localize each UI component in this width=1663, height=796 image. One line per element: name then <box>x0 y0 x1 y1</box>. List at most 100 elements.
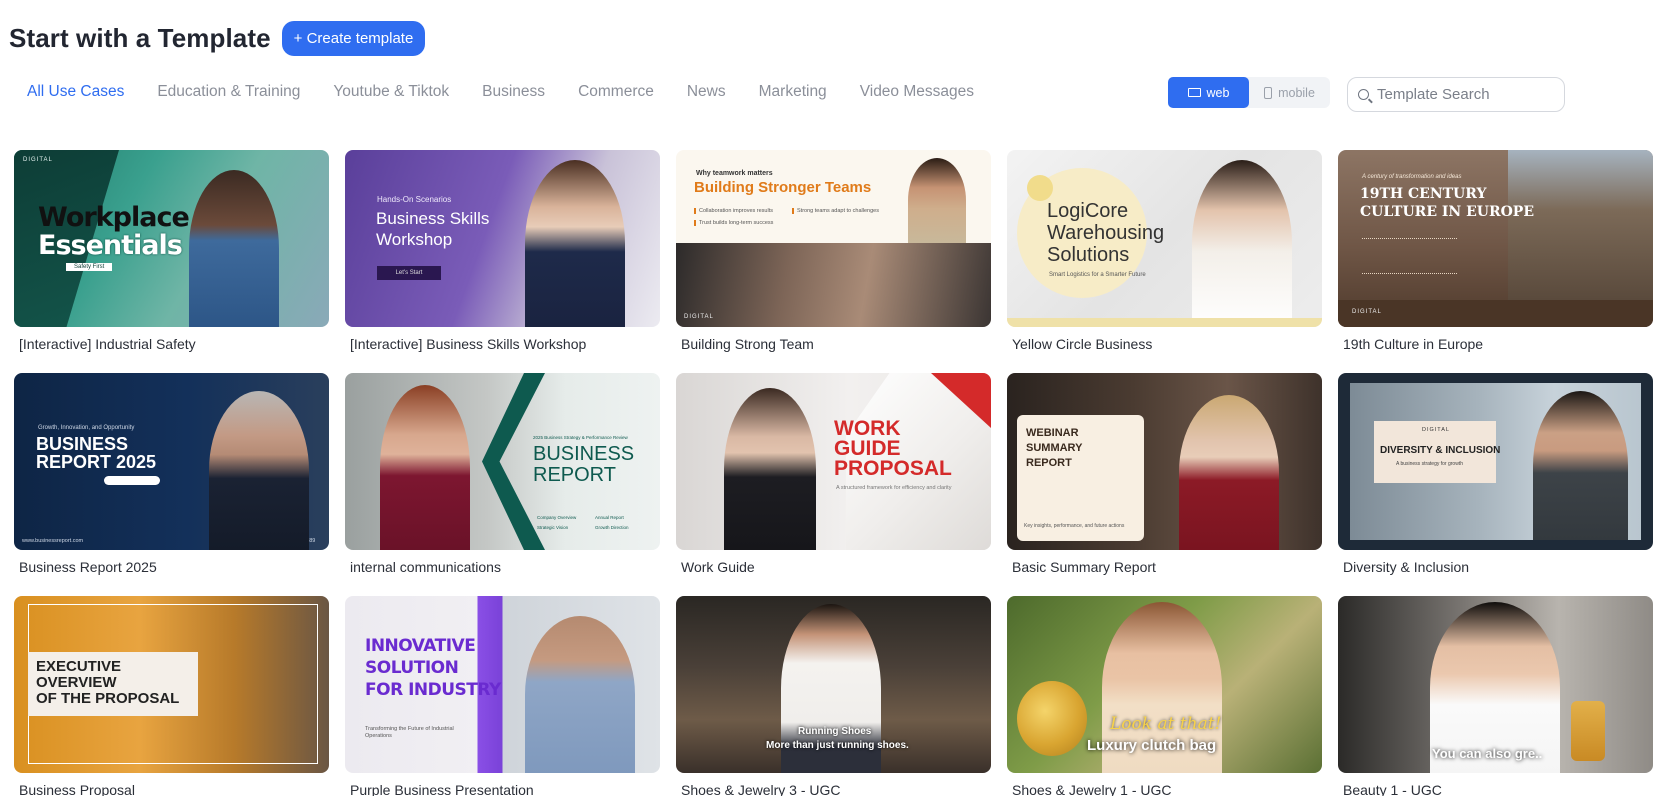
thumb-brand: DIGITAL <box>23 157 53 163</box>
presenter-avatar <box>209 391 309 550</box>
template-thumbnail: Running Shoes More than just running sho… <box>676 596 991 773</box>
template-title: Building Strong Team <box>681 336 814 352</box>
tab-video-messages[interactable]: Video Messages <box>860 83 974 101</box>
template-thumbnail: DIGITAL DIVERSITY & INCLUSION A business… <box>1338 373 1653 550</box>
template-card[interactable]: 2025 Business Strategy & Performance Rev… <box>345 373 660 596</box>
template-card[interactable]: LogiCore Warehousing Solutions Smart Log… <box>1007 150 1322 373</box>
thumb-bullet: Trust builds long-term success <box>694 220 773 226</box>
thumb-caption: Luxury clutch bag <box>1087 737 1217 754</box>
template-card[interactable]: Why teamwork matters Building Stronger T… <box>676 150 991 373</box>
monitor-icon <box>1187 88 1201 97</box>
tab-youtube-tiktok[interactable]: Youtube & Tiktok <box>333 83 449 101</box>
template-card[interactable]: DIGITAL Workplace Essentials Safety Firs… <box>14 150 329 373</box>
template-card[interactable]: A century of transformation and ideas 19… <box>1338 150 1653 373</box>
template-card[interactable]: You can also gre.. Beauty 1 - UGC <box>1338 596 1653 796</box>
thumb-headline: REPORT <box>1026 457 1072 469</box>
template-title: [Interactive] Business Skills Workshop <box>350 336 587 352</box>
template-thumbnail: A century of transformation and ideas 19… <box>1338 150 1653 327</box>
template-thumbnail: 2025 Business Strategy & Performance Rev… <box>345 373 660 550</box>
thumb-item: Annual Report <box>595 515 624 520</box>
thumb-kicker: Hands-On Scenarios <box>377 195 452 204</box>
search-input[interactable] <box>1377 86 1547 103</box>
template-thumbnail: Hands-On Scenarios Business Skills Works… <box>345 150 660 327</box>
template-card[interactable]: Growth, Innovation, and Opportunity BUSI… <box>14 373 329 596</box>
create-template-button[interactable]: + Create template <box>281 20 426 56</box>
thumb-brand: DIGITAL <box>1422 427 1450 433</box>
thumb-headline: EXECUTIVE <box>36 658 122 675</box>
thumb-headline: Workshop <box>376 230 453 249</box>
page-header: Start with a Template + Create template <box>9 20 426 56</box>
view-toggle: web mobile <box>1168 77 1330 108</box>
thumb-sub: A structured framework for efficiency an… <box>836 485 952 491</box>
thumb-item: Strategic Vision <box>537 525 569 530</box>
template-title: Shoes & Jewelry 1 - UGC <box>1012 782 1172 796</box>
template-thumbnail: Look at that! Luxury clutch bag <box>1007 596 1322 773</box>
template-card[interactable]: EXECUTIVE OVERVIEW OF THE PROPOSAL Busin… <box>14 596 329 796</box>
thumb-tag: Safety First <box>66 263 113 271</box>
thumb-sub: A business strategy for growth <box>1396 461 1463 467</box>
thumb-headline: Warehousing <box>1047 222 1165 244</box>
template-title: [Interactive] Industrial Safety <box>19 336 196 352</box>
template-card[interactable]: Hands-On Scenarios Business Skills Works… <box>345 150 660 373</box>
thumb-item: Company Overview <box>537 515 577 520</box>
thumb-sub: Transforming the Future of Industrial Op… <box>365 726 454 740</box>
template-grid: DIGITAL Workplace Essentials Safety Firs… <box>14 150 1653 796</box>
template-thumbnail: LogiCore Warehousing Solutions Smart Log… <box>1007 150 1322 327</box>
tab-marketing[interactable]: Marketing <box>759 83 827 101</box>
presenter-avatar <box>1179 395 1279 550</box>
template-thumbnail: Growth, Innovation, and Opportunity BUSI… <box>14 373 329 550</box>
template-title: Business Report 2025 <box>19 559 157 575</box>
tab-news[interactable]: News <box>687 83 726 101</box>
thumb-headline: FOR INDUSTRY <box>365 680 501 700</box>
web-view-button[interactable]: web <box>1168 77 1249 108</box>
tab-all-use-cases[interactable]: All Use Cases <box>27 83 124 101</box>
template-card[interactable]: INNOVATIVE SOLUTION FOR INDUSTRY Transfo… <box>345 596 660 796</box>
tab-commerce[interactable]: Commerce <box>578 83 654 101</box>
web-label: web <box>1206 85 1230 100</box>
thumb-caption: More than just running shoes. <box>766 740 909 751</box>
thumb-headline: REPORT <box>533 464 616 486</box>
template-thumbnail: WORK GUIDE PROPOSAL A structured framewo… <box>676 373 991 550</box>
tab-education-training[interactable]: Education & Training <box>157 83 300 101</box>
thumb-headline: 19TH CENTURY <box>1360 186 1487 202</box>
thumb-headline: REPORT 2025 <box>36 452 157 472</box>
thumb-kicker: A century of transformation and ideas <box>1362 174 1462 180</box>
template-thumbnail: WEBINAR SUMMARY REPORT Key insights, per… <box>1007 373 1322 550</box>
template-title: Diversity & Inclusion <box>1343 559 1470 575</box>
thumb-headline: PROPOSAL <box>834 457 952 480</box>
thumb-headline: Building Stronger Teams <box>694 179 872 196</box>
template-card[interactable]: DIGITAL DIVERSITY & INCLUSION A business… <box>1338 373 1653 596</box>
thumb-headline: BUSINESS <box>533 443 635 465</box>
template-card[interactable]: WORK GUIDE PROPOSAL A structured framewo… <box>676 373 991 596</box>
thumb-kicker: 2025 Business Strategy & Performance Rev… <box>533 435 628 440</box>
thumb-headline: CULTURE IN EUROPE <box>1360 204 1534 220</box>
mobile-view-button[interactable]: mobile <box>1249 77 1330 108</box>
thumb-headline: OVERVIEW <box>36 674 117 691</box>
template-thumbnail: INNOVATIVE SOLUTION FOR INDUSTRY Transfo… <box>345 596 660 773</box>
page-title: Start with a Template <box>9 22 271 53</box>
thumb-headline: SOLUTION <box>365 658 459 678</box>
presenter-avatar <box>1533 391 1628 540</box>
thumb-kicker: Growth, Innovation, and Opportunity <box>38 425 135 431</box>
thumb-headline: Essentials <box>38 230 183 261</box>
template-title: Purple Business Presentation <box>350 782 534 796</box>
template-card[interactable]: WEBINAR SUMMARY REPORT Key insights, per… <box>1007 373 1322 596</box>
template-title: Yellow Circle Business <box>1012 336 1153 352</box>
presenter-avatar <box>1192 160 1292 327</box>
template-thumbnail: DIGITAL Workplace Essentials Safety Firs… <box>14 150 329 327</box>
mobile-label: mobile <box>1278 85 1315 100</box>
thumb-kicker: Why teamwork matters <box>696 170 773 177</box>
thumb-bullet: Strong teams adapt to challenges <box>792 208 879 214</box>
tab-business[interactable]: Business <box>482 83 545 101</box>
presenter-avatar <box>724 388 816 550</box>
thumb-headline: OF THE PROPOSAL <box>36 690 180 707</box>
use-case-tabs: All Use Cases Education & Training Youtu… <box>27 83 1007 101</box>
thumb-sub: Smart Logistics for a Smarter Future <box>1049 272 1146 278</box>
thumb-bullet: Collaboration improves results <box>694 208 773 214</box>
template-card[interactable]: Look at that! Luxury clutch bag Shoes & … <box>1007 596 1322 796</box>
template-thumbnail: You can also gre.. <box>1338 596 1653 773</box>
thumb-caption: Running Shoes <box>798 726 872 737</box>
template-title: internal communications <box>350 559 501 575</box>
template-card[interactable]: Running Shoes More than just running sho… <box>676 596 991 796</box>
search-icon <box>1358 89 1369 100</box>
